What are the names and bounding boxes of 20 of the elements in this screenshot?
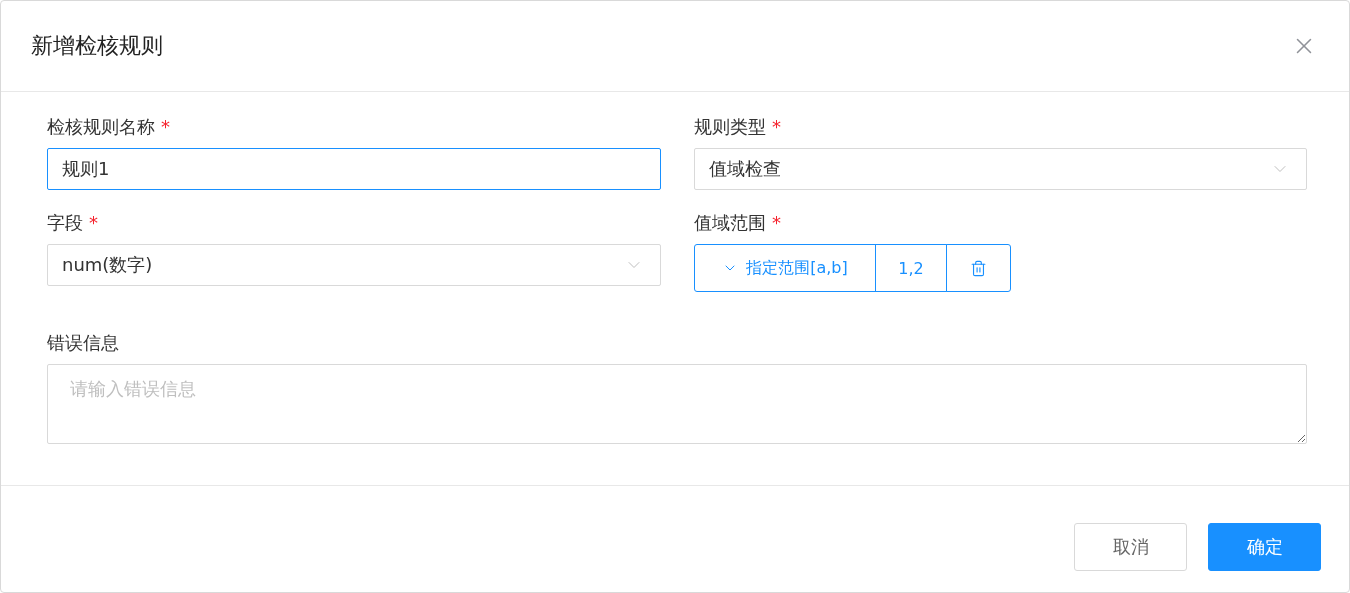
confirm-button[interactable]: 确定 [1208,523,1321,571]
select-field[interactable]: 值域检查 [694,148,1307,190]
error-message-field[interactable]: 请输入错误信息 [47,364,1307,444]
required-mark: * [772,211,781,235]
field-label: 字段 [47,211,83,235]
trash-icon [970,259,987,277]
required-mark: * [161,115,170,139]
dialog-title: 新增检核规则 [31,32,163,60]
field-label: 检核规则名称 [47,115,155,139]
required-mark: * [772,115,781,139]
field-label: 值域范围 [694,211,766,235]
required-mark: * [89,211,98,235]
field-label: 错误信息 [47,331,119,355]
field-label: 规则类型 [694,115,766,139]
input-field[interactable]: 规则1 [47,148,661,190]
delete-button[interactable] [946,244,1011,292]
select-field[interactable]: num(数字) [47,244,661,286]
cancel-button[interactable]: 取消 [1074,523,1187,571]
range-value-button[interactable]: 1,2 [875,244,947,292]
range-mode-dropdown[interactable]: 指定范围[a,b] [694,244,876,292]
